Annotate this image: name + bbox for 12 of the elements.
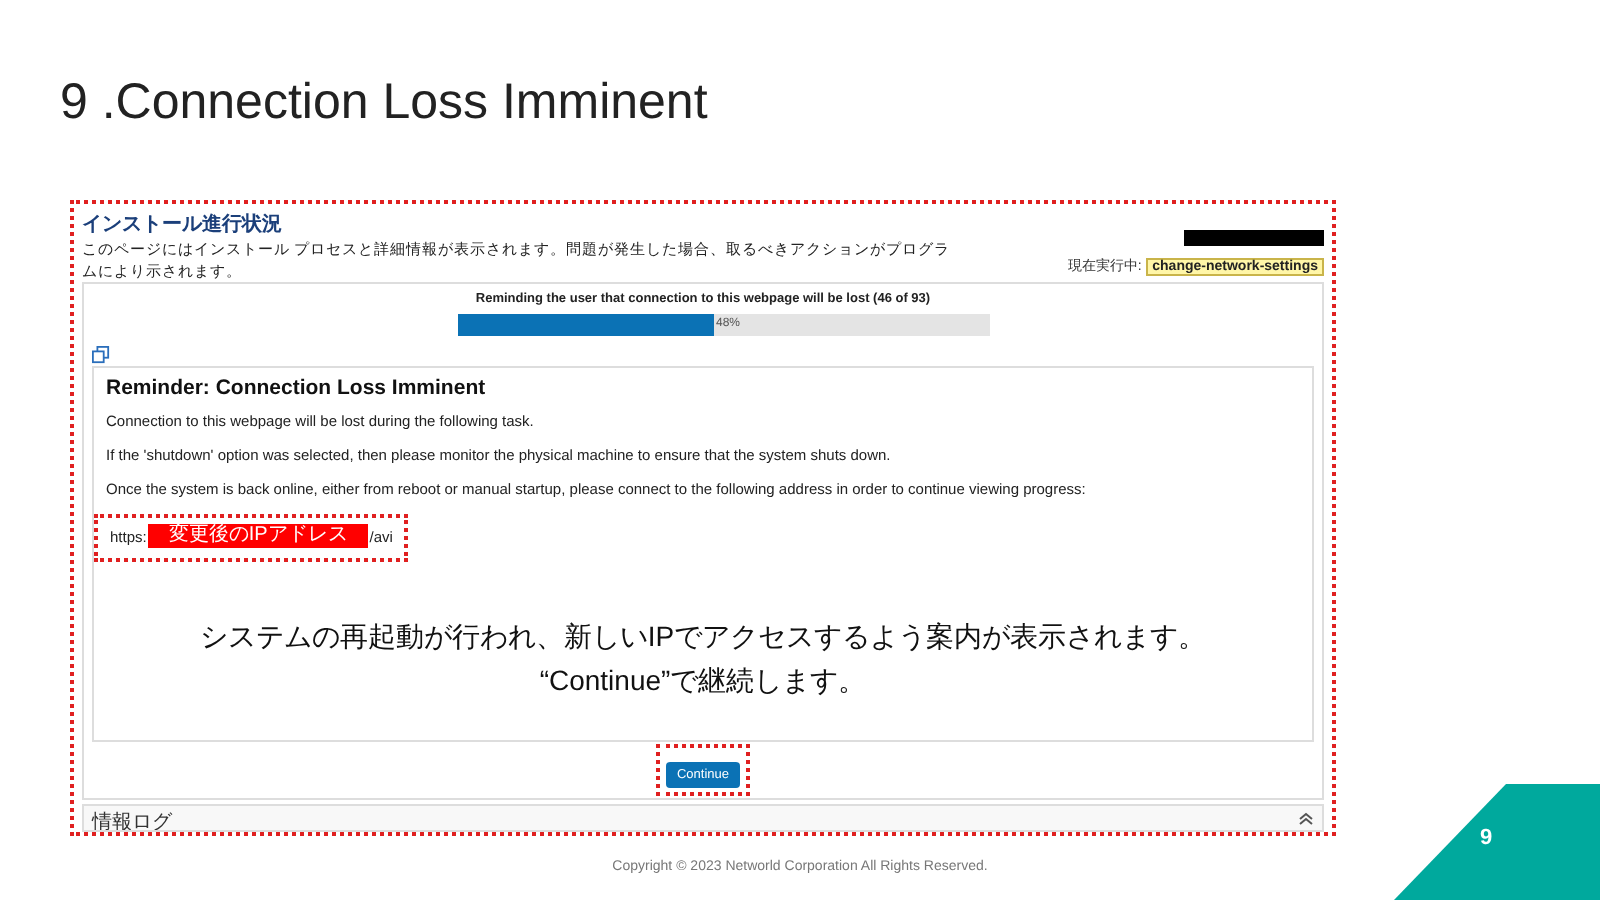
page-title: インストール進行状況 — [82, 211, 284, 238]
annotation-text: “Continue”で継続します。 — [539, 661, 867, 699]
slide-title: 9 .Connection Loss Imminent — [60, 72, 710, 132]
annotation-text: システムの再起動が行われ、新しいIPでアクセスするよう案内が表示されます。 — [199, 617, 1207, 655]
popout-icon[interactable] — [92, 346, 110, 364]
dialog-heading: Reminder: Connection Loss Imminent — [106, 376, 488, 400]
ip-address-label: 変更後のIPアドレス — [148, 524, 368, 548]
redaction-bar — [1184, 230, 1324, 246]
page-number: 9 — [1480, 826, 1493, 850]
info-log-label: 情報ログ — [92, 811, 172, 830]
chevron-up-icon[interactable] — [1298, 811, 1314, 825]
info-log-bar[interactable]: 情報ログ — [82, 804, 1324, 832]
